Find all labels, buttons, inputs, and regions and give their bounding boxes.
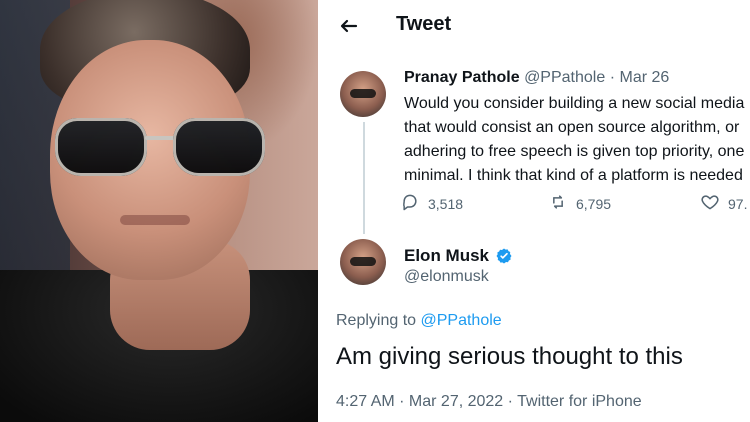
reply-tweet-text: Would you consider building a new social… <box>404 92 750 188</box>
heart-icon <box>700 192 720 215</box>
main-author: Elon Musk @elonmusk <box>404 246 513 286</box>
arrow-left-icon-svg <box>340 19 358 33</box>
retweet-count-value: 6,795 <box>576 195 612 212</box>
verified-badge-icon-svg <box>496 248 512 264</box>
main-tweet-text: Am giving serious thought to this <box>336 343 683 370</box>
reply-author-name[interactable]: Pranay Pathole <box>404 69 520 86</box>
reply-text-line-4: minimal. I think that kind of a platform… <box>404 167 743 184</box>
photo-sunglasses <box>55 118 270 188</box>
avatar-elon[interactable] <box>340 239 386 285</box>
thread-line <box>363 122 365 234</box>
like-count[interactable]: 97. <box>700 192 747 215</box>
avatar-pranay-glasses <box>350 89 376 98</box>
reply-text-line-2: that would consist an open source algori… <box>404 119 740 136</box>
reply-author-handle[interactable]: @PPathole <box>524 69 605 86</box>
retweet-count[interactable]: 6,795 <box>548 192 611 215</box>
page-title: Tweet <box>396 13 452 35</box>
reply-tweet-header: Pranay Pathole @PPathole · Mar 26 <box>404 69 669 87</box>
like-count-value: 97. <box>728 195 748 212</box>
reply-tweet-metrics: 3,518 6,795 97. <box>400 192 747 216</box>
main-author-name-row[interactable]: Elon Musk <box>404 246 513 266</box>
sunglasses-bridge <box>145 136 175 140</box>
photo-mouth <box>120 215 190 225</box>
main-author-name[interactable]: Elon Musk <box>404 246 489 266</box>
retweet-icon <box>548 192 568 215</box>
reply-count[interactable]: 3,518 <box>400 192 463 215</box>
sunglasses-lens-right <box>173 118 265 176</box>
replying-to-prefix: Replying to <box>336 312 417 329</box>
profile-photo <box>0 0 318 422</box>
avatar-pranay[interactable] <box>340 71 386 117</box>
reply-icon <box>400 192 420 215</box>
reply-text-line-1: Would you consider building a new social… <box>404 95 745 112</box>
tweet-panel: Tweet Pranay Pathole @PPathole · Mar 26 … <box>318 0 750 422</box>
main-author-handle[interactable]: @elonmusk <box>404 268 513 286</box>
replying-to-handle[interactable]: @PPathole <box>421 312 502 329</box>
heart-icon-svg <box>701 195 719 210</box>
arrow-left-icon[interactable] <box>336 14 360 38</box>
reply-text-line-3: adhering to free speech is given top pri… <box>404 143 745 160</box>
reply-date[interactable]: Mar 26 <box>619 69 669 86</box>
retweet-icon-svg <box>553 195 563 209</box>
replying-to: Replying to @PPathole <box>336 312 502 330</box>
reply-count-value: 3,518 <box>428 195 464 212</box>
reply-icon-svg <box>403 194 417 211</box>
sunglasses-lens-left <box>55 118 147 176</box>
avatar-elon-glasses <box>350 257 376 266</box>
reply-dot: · <box>609 69 616 86</box>
main-tweet-timestamp[interactable]: 4:27 AM · Mar 27, 2022 · Twitter for iPh… <box>336 393 642 411</box>
verified-badge-icon <box>495 247 513 265</box>
